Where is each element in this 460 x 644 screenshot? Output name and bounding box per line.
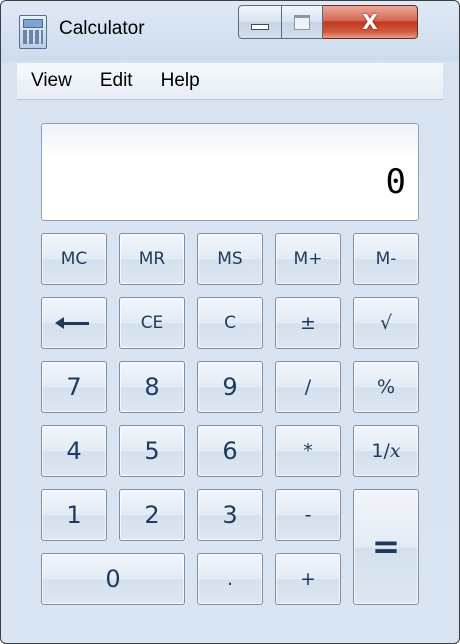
calculator-icon <box>19 15 47 49</box>
reciprocal-variable: x <box>389 440 401 462</box>
square-root-button[interactable]: √ <box>353 297 419 349</box>
digit-0-button[interactable]: 0 <box>41 553 185 605</box>
backspace-arrow-icon <box>55 316 89 329</box>
close-icon: X <box>362 10 378 34</box>
calculator-display: 0 <box>41 123 419 221</box>
mc-button[interactable]: MC <box>41 233 107 285</box>
minimize-button[interactable] <box>238 5 282 39</box>
m-plus-button[interactable]: M+ <box>275 233 341 285</box>
percent-button[interactable]: % <box>353 361 419 413</box>
equals-button[interactable]: = <box>353 489 419 605</box>
window-title: Calculator <box>59 18 145 39</box>
divide-button[interactable]: / <box>275 361 341 413</box>
reciprocal-prefix: 1/ <box>371 440 390 462</box>
ms-button[interactable]: MS <box>197 233 263 285</box>
digit-9-button[interactable]: 9 <box>197 361 263 413</box>
digit-4-button[interactable]: 4 <box>41 425 107 477</box>
minimize-icon <box>251 24 269 30</box>
digit-6-button[interactable]: 6 <box>197 425 263 477</box>
digit-2-button[interactable]: 2 <box>119 489 185 541</box>
minus-button[interactable]: - <box>275 489 341 541</box>
plus-button[interactable]: + <box>275 553 341 605</box>
menu-bar: View Edit Help <box>17 63 443 100</box>
menu-view[interactable]: View <box>31 70 72 92</box>
digit-3-button[interactable]: 3 <box>197 489 263 541</box>
multiply-button[interactable]: * <box>275 425 341 477</box>
backspace-button[interactable] <box>41 297 107 349</box>
mr-button[interactable]: MR <box>119 233 185 285</box>
ce-button[interactable]: CE <box>119 297 185 349</box>
close-button[interactable]: X <box>323 5 418 39</box>
menu-edit[interactable]: Edit <box>100 70 133 92</box>
display-value: 0 <box>385 162 406 202</box>
digit-7-button[interactable]: 7 <box>41 361 107 413</box>
reciprocal-button[interactable]: 1/x <box>353 425 419 477</box>
digit-5-button[interactable]: 5 <box>119 425 185 477</box>
menu-help[interactable]: Help <box>161 70 200 92</box>
maximize-button[interactable] <box>282 5 323 39</box>
caption-buttons: X <box>238 5 418 39</box>
maximize-icon <box>294 14 310 30</box>
m-minus-button[interactable]: M- <box>353 233 419 285</box>
title-bar[interactable]: Calculator X <box>1 1 459 59</box>
plus-minus-button[interactable]: ± <box>275 297 341 349</box>
decimal-button[interactable]: . <box>197 553 263 605</box>
digit-8-button[interactable]: 8 <box>119 361 185 413</box>
clear-button[interactable]: C <box>197 297 263 349</box>
digit-1-button[interactable]: 1 <box>41 489 107 541</box>
calculator-window: Calculator X View Edit Help 0 MC MR MS M… <box>0 0 460 644</box>
